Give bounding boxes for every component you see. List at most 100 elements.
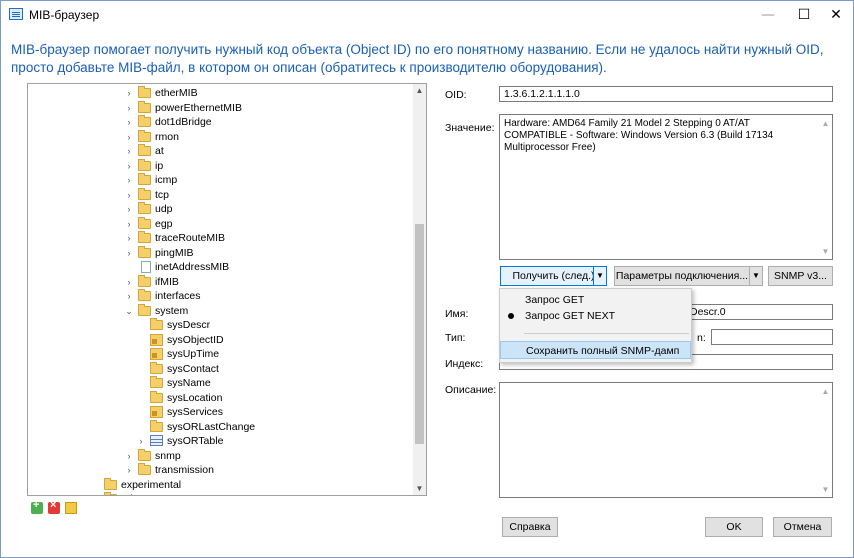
folder-icon (138, 463, 151, 475)
scroll-down-icon[interactable]: ▼ (413, 482, 426, 495)
chevron-right-icon[interactable]: › (124, 190, 134, 200)
folder-icon (138, 245, 151, 258)
snmp-v3-button[interactable]: SNMP v3... (768, 266, 833, 286)
folder-icon (138, 173, 151, 185)
chevron-right-icon[interactable]: › (124, 219, 134, 229)
scroll-up-icon[interactable]: ▲ (819, 385, 832, 398)
folder-icon (138, 274, 151, 287)
chevron-right-icon[interactable]: › (124, 291, 134, 301)
value-scrollbar[interactable]: ▲ ▼ (819, 115, 832, 259)
oid-input[interactable]: 1.3.6.1.2.1.1.1.0 (499, 86, 833, 102)
tree-item-label: system (155, 304, 189, 317)
folder-icon (150, 390, 163, 403)
tree-item-label: pingMIB (155, 246, 194, 259)
tree-item-label: sysServices (167, 406, 224, 418)
mib-tree[interactable]: › etherMIB › powerEthernetMIB › dot1dBri… (27, 83, 427, 496)
get-dropdown-menu: Запрос GET Запрос GET NEXT Сохранить пол… (499, 288, 692, 363)
chevron-right-icon[interactable]: › (124, 146, 134, 156)
get-next-dropdown-icon[interactable]: ▼ (593, 266, 607, 286)
connection-params-dropdown-icon[interactable]: ▼ (749, 266, 763, 286)
chevron-right-icon[interactable]: › (124, 248, 134, 258)
delete-mib-icon[interactable] (48, 499, 60, 514)
chevron-right-icon[interactable]: › (124, 451, 134, 461)
chevron-right-icon[interactable]: › (124, 88, 134, 98)
tree-item-label: dot1dBridge (155, 116, 212, 128)
chevron-right-icon[interactable]: › (124, 117, 134, 127)
scroll-up-icon[interactable]: ▲ (819, 117, 832, 130)
tree-item-label: interfaces (155, 290, 201, 302)
tree-item-label: etherMIB (155, 87, 198, 99)
folder-icon (138, 216, 151, 229)
get-next-button[interactable]: Получить (след.) (500, 266, 607, 286)
mib-browser-window: MIB-браузер — ☐ ✕ MIB-браузер помогает п… (0, 0, 854, 558)
description-scrollbar[interactable]: ▲ ▼ (819, 383, 832, 497)
chevron-right-icon[interactable]: › (124, 132, 134, 142)
menu-item-get-next-label: Запрос GET NEXT (525, 310, 616, 322)
description-textarea[interactable]: ▲ ▼ (499, 382, 833, 498)
tree-scrollbar[interactable]: ▲ ▼ (413, 84, 426, 495)
tree-item-label: sysORTable (167, 435, 224, 447)
folder-icon (150, 376, 163, 388)
folder-icon (150, 419, 163, 432)
tree-item-label: sysUpTime (167, 348, 220, 360)
menu-item-get-next[interactable]: Запрос GET NEXT (500, 307, 691, 325)
add-mib-icon[interactable] (31, 499, 43, 514)
scroll-up-icon[interactable]: ▲ (413, 84, 426, 97)
folder-icon (138, 144, 151, 156)
connection-params-button[interactable]: Параметры подключения... (614, 266, 750, 286)
menu-item-save-dump[interactable]: Сохранить полный SNMP-дамп (500, 341, 691, 359)
tree-item-label: private (121, 493, 153, 495)
chevron-down-icon[interactable]: ⌄ (124, 306, 134, 317)
window-title: MIB-браузер (29, 8, 100, 22)
radio-selected-icon (508, 313, 514, 319)
chevron-right-icon[interactable]: › (124, 277, 134, 287)
scroll-down-icon[interactable]: ▼ (819, 245, 832, 258)
tree-item-label: egp (155, 217, 173, 230)
tree-item-label: inetAddressMIB (155, 261, 230, 273)
table-icon (150, 435, 163, 446)
tree-item-label: sysContact (167, 362, 219, 375)
lock-icon (150, 406, 163, 418)
folder-icon (138, 129, 151, 142)
cancel-button[interactable]: Отмена (773, 517, 832, 537)
open-folder-icon[interactable] (65, 502, 77, 514)
tree-item-label: experimental (121, 478, 182, 491)
tree-item-label: traceRouteMIB (155, 232, 226, 244)
tree-item-label: powerEthernetMIB (155, 101, 242, 114)
scroll-thumb[interactable] (415, 224, 424, 444)
app-icon (9, 8, 23, 20)
tree-item-label: icmp (155, 174, 178, 186)
tree-item-label: rmon (155, 130, 179, 143)
title-bar: MIB-браузер — ☐ ✕ (1, 1, 853, 29)
folder-icon (138, 231, 151, 243)
access-input[interactable] (711, 329, 833, 345)
tree-item-label: sysName (167, 377, 211, 389)
oid-label: OID: (445, 89, 467, 101)
tree-item-label: transmission (155, 464, 214, 476)
chevron-right-icon[interactable]: › (124, 465, 134, 475)
chevron-right-icon[interactable]: › (124, 233, 134, 243)
folder-icon (104, 492, 117, 495)
chevron-right-icon[interactable]: › (124, 204, 134, 214)
menu-separator (524, 333, 689, 334)
chevron-right-icon[interactable]: › (124, 161, 134, 171)
chevron-right-icon[interactable]: › (124, 103, 134, 113)
ok-button[interactable]: OK (705, 517, 763, 537)
folder-icon (138, 202, 151, 214)
folder-icon (138, 289, 151, 301)
folder-icon (138, 158, 151, 171)
type-label: Тип: (445, 332, 466, 344)
tree-item-label: sysObjectID (167, 333, 224, 346)
tree-item-label: sysDescr (167, 319, 211, 331)
folder-icon (138, 100, 151, 113)
help-button[interactable]: Справка (502, 517, 558, 537)
chevron-right-icon[interactable]: › (136, 436, 146, 446)
tree-item-label: tcp (155, 188, 170, 201)
value-textarea[interactable]: Hardware: AMD64 Family 21 Model 2 Steppi… (499, 114, 833, 260)
description-label: Описание: (445, 384, 497, 396)
scroll-down-icon[interactable]: ▼ (819, 483, 832, 496)
folder-icon (150, 318, 163, 330)
close-button[interactable]: ✕ (813, 1, 854, 29)
folder-icon (150, 361, 163, 374)
chevron-right-icon[interactable]: › (124, 175, 134, 185)
